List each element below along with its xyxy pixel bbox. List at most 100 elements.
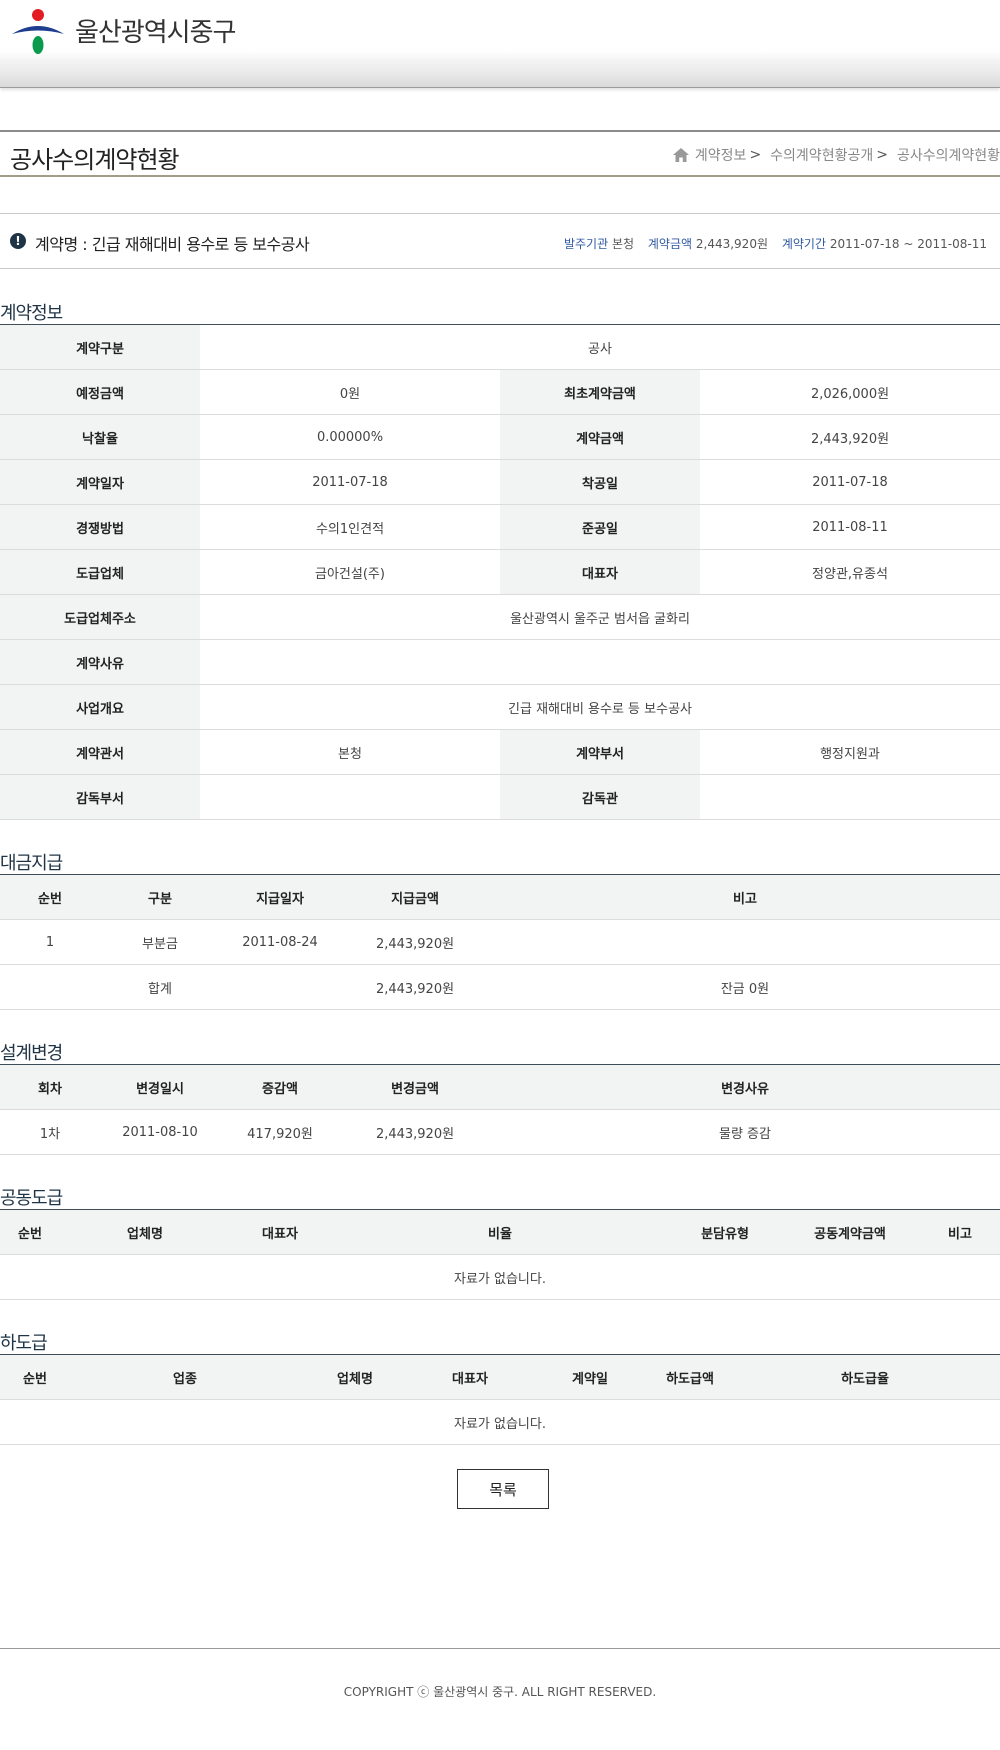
table-row: 자료가 없습니다. [0, 1254, 1000, 1300]
column-header: 순번 [0, 1354, 70, 1400]
contract-type-label: 계약구분 [0, 324, 200, 370]
payment-note [490, 919, 1000, 965]
contractor-label: 도급업체 [0, 549, 200, 595]
column-header: 지급일자 [220, 874, 340, 920]
column-header: 계약일 [530, 1354, 650, 1400]
table-header-row: 순번 업종 업체명 대표자 계약일 하도급액 하도급율 [0, 1354, 1000, 1400]
amount-value: 2,443,920원 [695, 237, 768, 251]
breadcrumb-item-construction-contract: 공사수의계약현황 [896, 148, 1000, 164]
column-header: 업체명 [60, 1209, 230, 1255]
supervisor-label: 감독관 [500, 774, 700, 820]
change-round: 1차 [0, 1109, 100, 1155]
breadcrumb-item-private-contract[interactable]: 수의계약현황공개 [770, 145, 873, 165]
payment-total-note: 잔금 0원 [490, 964, 1000, 1010]
table-row: 사업개요 긴급 재해대비 용수로 등 보수공사 [0, 684, 1000, 730]
table-row: 감독부서 감독관 [0, 774, 1000, 820]
page-title: 공사수의계약현황 [10, 146, 180, 174]
address-value: 울산광역시 울주군 범서읍 굴화리 [200, 594, 1000, 640]
method-value: 수의1인견적 [200, 504, 500, 550]
payment-total-amount: 2,443,920원 [340, 964, 490, 1010]
method-label: 경쟁방법 [0, 504, 200, 550]
contract-amount-label: 계약금액 [500, 414, 700, 460]
payments-table: 순번 구분 지급일자 지급금액 비고 1 부분금 2011-08-24 2,44… [0, 874, 1000, 1010]
estimated-value: 0원 [200, 369, 500, 415]
table-row: 1차 2011-08-10 417,920원 2,443,920원 물량 증감 [0, 1109, 1000, 1155]
column-header: 지급금액 [340, 874, 490, 920]
representative-value: 정양관,유종석 [700, 549, 1000, 595]
reason-value [200, 639, 1000, 685]
contract-info-table: 계약구분 공사 예정금액 0원 최초계약금액 2,026,000원 낙찰율 0.… [0, 324, 1000, 820]
column-header: 변경일시 [100, 1064, 220, 1110]
breadcrumb-separator: > [876, 147, 888, 163]
change-reason: 물량 증감 [490, 1109, 1000, 1155]
contract-type-value: 공사 [200, 324, 1000, 370]
empty-message: 자료가 없습니다. [0, 1399, 1000, 1445]
column-header: 대표자 [230, 1209, 330, 1255]
start-date-value: 2011-07-18 [700, 459, 1000, 505]
office-label: 계약관서 [0, 729, 200, 775]
design-changes-table: 회차 변경일시 증감액 변경금액 변경사유 1차 2011-08-10 417,… [0, 1064, 1000, 1155]
table-row: 낙찰율 0.00000% 계약금액 2,443,920원 [0, 414, 1000, 460]
table-row: 계약사유 [0, 639, 1000, 685]
column-header: 변경금액 [340, 1064, 490, 1110]
column-header: 하도급액 [650, 1354, 730, 1400]
change-date: 2011-08-10 [100, 1109, 220, 1155]
bid-rate-value: 0.00000% [200, 414, 500, 460]
table-header-row: 순번 구분 지급일자 지급금액 비고 [0, 874, 1000, 920]
site-header: 울산광역시중구 [0, 0, 1000, 88]
contract-amount-value: 2,443,920원 [700, 414, 1000, 460]
agency-value: 본청 [611, 237, 635, 251]
overview-label: 사업개요 [0, 684, 200, 730]
table-header-row: 회차 변경일시 증감액 변경금액 변경사유 [0, 1064, 1000, 1110]
contract-summary: ! 계약명 : 긴급 재해대비 용수로 등 보수공사 발주기관 본청 계약금액 … [0, 213, 1000, 269]
payment-type: 부분금 [100, 919, 220, 965]
column-header: 업체명 [300, 1354, 410, 1400]
subcontract-table: 순번 업종 업체명 대표자 계약일 하도급액 하도급율 자료가 없습니다. [0, 1354, 1000, 1445]
start-date-label: 착공일 [500, 459, 700, 505]
department-value: 행정지원과 [700, 729, 1000, 775]
list-button[interactable]: 목록 [457, 1469, 549, 1509]
column-header: 비율 [330, 1209, 670, 1255]
bid-rate-label: 낙찰율 [0, 414, 200, 460]
payment-total-label: 합계 [100, 964, 220, 1010]
table-row: 경쟁방법 수의1인견적 준공일 2011-08-11 [0, 504, 1000, 550]
breadcrumb: 계약정보 > 수의계약현황공개 > 공사수의계약현황 [672, 145, 1000, 165]
overview-value: 긴급 재해대비 용수로 등 보수공사 [200, 684, 1000, 730]
table-row: 계약관서 본청 계약부서 행정지원과 [0, 729, 1000, 775]
site-footer: COPYRIGHT ⓒ 울산광역시 중구. ALL RIGHT RESERVED… [0, 1648, 1000, 1750]
breadcrumb-item-contract-info[interactable]: 계약정보 [695, 145, 747, 165]
completion-label: 준공일 [500, 504, 700, 550]
office-value: 본청 [200, 729, 500, 775]
column-header: 비고 [920, 1209, 1000, 1255]
breadcrumb-separator: > [749, 147, 762, 163]
section-title-subcontract: 하도급 [0, 1333, 48, 1354]
change-amount: 2,443,920원 [340, 1109, 490, 1155]
change-delta: 417,920원 [220, 1109, 340, 1155]
initial-amount-value: 2,026,000원 [700, 369, 1000, 415]
section-title-payments: 대금지급 [0, 853, 63, 874]
contract-name-label: 계약명 : [35, 235, 92, 254]
ulsan-junggu-logo-icon[interactable] [10, 8, 66, 54]
payment-no: 1 [0, 919, 100, 965]
home-icon[interactable] [672, 148, 689, 162]
initial-amount-label: 최초계약금액 [500, 369, 700, 415]
table-row: 예정금액 0원 최초계약금액 2,026,000원 [0, 369, 1000, 415]
site-name[interactable]: 울산광역시중구 [75, 12, 236, 49]
period-value: 2011-07-18 ~ 2011-08-11 [829, 237, 987, 251]
column-header: 공동계약금액 [780, 1209, 920, 1255]
estimated-label: 예정금액 [0, 369, 200, 415]
column-header: 순번 [0, 874, 100, 920]
column-header: 순번 [0, 1209, 60, 1255]
table-row: 도급업체 금아건설(주) 대표자 정양관,유종석 [0, 549, 1000, 595]
alert-icon: ! [10, 233, 26, 249]
contract-name-value: 긴급 재해대비 용수로 등 보수공사 [91, 235, 310, 254]
table-total-row: 합계 2,443,920원 잔금 0원 [0, 964, 1000, 1010]
contract-meta: 발주기관 본청 계약금액 2,443,920원 계약기간 2011-07-18 … [554, 235, 987, 252]
payment-total-spacer [0, 964, 100, 1010]
column-header: 변경사유 [490, 1064, 1000, 1110]
column-header: 하도급율 [730, 1354, 1000, 1400]
completion-value: 2011-08-11 [700, 504, 1000, 550]
column-header: 회차 [0, 1064, 100, 1110]
empty-message: 자료가 없습니다. [0, 1254, 1000, 1300]
representative-label: 대표자 [500, 549, 700, 595]
